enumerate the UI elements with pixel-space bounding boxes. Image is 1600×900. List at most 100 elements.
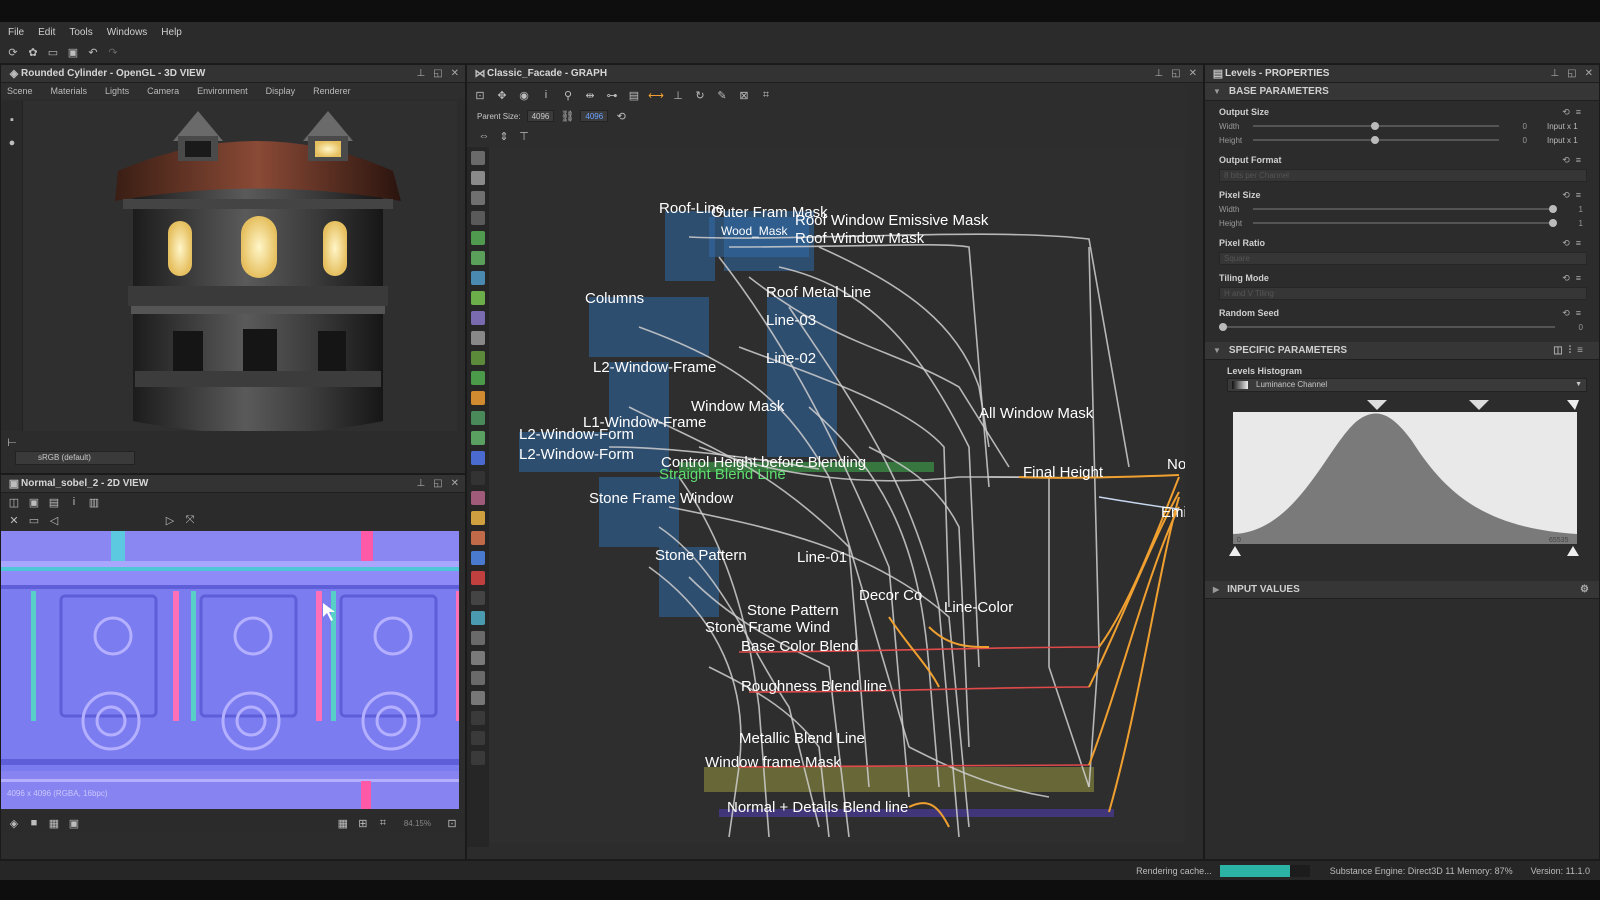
gear-icon[interactable]: ⚙ xyxy=(1580,584,1589,595)
frame-label[interactable]: Roof Metal Line xyxy=(766,284,871,301)
graph-canvas[interactable]: Roof-Line Outer Fram Mask Wood_Mask Roof… xyxy=(489,147,1191,847)
float-icon[interactable]: ◱ xyxy=(1567,68,1576,79)
close-icon[interactable]: ✕ xyxy=(451,478,459,489)
export-icon[interactable]: ▤ xyxy=(47,495,61,509)
node-cat-icon[interactable] xyxy=(471,671,485,685)
node-cat-icon[interactable] xyxy=(471,231,485,245)
slider-handle[interactable] xyxy=(1371,122,1380,130)
tiling-icon[interactable]: ⊞ xyxy=(356,816,370,830)
folder-icon[interactable]: ▭ xyxy=(27,513,41,527)
pin-icon[interactable]: ⊥ xyxy=(1550,68,1559,79)
pixel-height-slider[interactable] xyxy=(1253,219,1557,227)
vertical-icon[interactable]: ⇕ xyxy=(497,129,511,143)
channel-select[interactable]: Luminance Channel ▼ xyxy=(1227,378,1587,392)
frame-label[interactable]: Stone Frame Window xyxy=(589,490,733,507)
frame-label[interactable]: Line-03 xyxy=(766,312,816,329)
histogram-widget[interactable]: 0 65535 xyxy=(1227,396,1579,556)
reset-icon[interactable]: ⟲ xyxy=(614,109,628,123)
pin-icon[interactable]: ⊥ xyxy=(1154,68,1163,79)
output-height-slider[interactable] xyxy=(1253,136,1499,144)
slider-handle[interactable] xyxy=(1548,219,1557,227)
tool-icon[interactable]: ✎ xyxy=(715,88,729,102)
frame-label[interactable]: L2-Window-Frame xyxy=(593,359,716,376)
menu-edit[interactable]: Edit xyxy=(38,27,55,38)
crop-icon[interactable]: ⌗ xyxy=(376,816,390,830)
tab-scene[interactable]: Scene xyxy=(7,86,33,96)
parent-size-select[interactable]: 4096 xyxy=(526,110,555,122)
close-icon[interactable]: ✕ xyxy=(451,68,459,79)
slider-handle[interactable] xyxy=(1371,136,1380,144)
output-format-select[interactable]: 8 bits per Channel xyxy=(1219,169,1587,182)
undo-icon[interactable]: ↶ xyxy=(86,46,100,60)
param-icons[interactable]: ⟲≡ xyxy=(1562,273,1587,284)
frame-label[interactable]: Final Height xyxy=(1023,464,1104,481)
close-icon[interactable]: ✕ xyxy=(1585,68,1593,79)
param-icons[interactable]: ⟲≡ xyxy=(1562,190,1587,201)
tiling-mode-select[interactable]: H and V Tiling xyxy=(1219,287,1587,300)
frame-label[interactable]: L2-Window-Form xyxy=(519,446,634,463)
new-package-icon[interactable]: ⟳ xyxy=(6,46,20,60)
node-cat-icon[interactable] xyxy=(471,731,485,745)
float-icon[interactable]: ◱ xyxy=(433,478,442,489)
frame-label[interactable]: Stone Pattern xyxy=(655,547,747,564)
checker-icon[interactable]: ▦ xyxy=(47,816,61,830)
split-icon[interactable]: ⇹ xyxy=(583,88,597,102)
expand-icon[interactable]: ⇔ xyxy=(477,129,491,143)
light-icon[interactable]: ● xyxy=(5,136,19,150)
frame-label[interactable]: Normal + Details Blend line xyxy=(727,799,908,816)
save-icon[interactable]: ▣ xyxy=(27,495,41,509)
pin-icon[interactable]: ⊥ xyxy=(416,478,425,489)
menu-tools[interactable]: Tools xyxy=(69,27,92,38)
open-folder-icon[interactable]: ▭ xyxy=(46,46,60,60)
frame-label[interactable]: Metallic Blend Line xyxy=(739,730,865,747)
base-parameters-header[interactable]: ▼ BASE PARAMETERS xyxy=(1205,83,1599,101)
tree-icon[interactable]: ⊤ xyxy=(517,129,531,143)
frame-label[interactable]: Line-01 xyxy=(797,549,847,566)
frame-label[interactable]: Line-02 xyxy=(766,350,816,367)
frame-label[interactable]: Decor Co xyxy=(859,587,922,604)
prev-icon[interactable]: ◁ xyxy=(47,513,61,527)
node-cat-icon[interactable] xyxy=(471,511,485,525)
search-icon[interactable]: ⚲ xyxy=(561,88,575,102)
frame-label[interactable]: All Window Mask xyxy=(979,405,1094,422)
node-cat-icon[interactable] xyxy=(471,491,485,505)
node-cat-icon[interactable] xyxy=(471,431,485,445)
output-white-handle[interactable] xyxy=(1567,546,1579,556)
node-cat-icon[interactable] xyxy=(471,651,485,665)
link-icon[interactable]: ⛓ xyxy=(560,109,574,123)
colorspace-select[interactable]: sRGB (default) xyxy=(15,451,135,465)
snapshot-icon[interactable]: ◉ xyxy=(517,88,531,102)
node-cat-icon[interactable] xyxy=(471,591,485,605)
export-icon[interactable]: ⊠ xyxy=(737,88,751,102)
node-cat-icon[interactable] xyxy=(471,631,485,645)
layers-icon[interactable]: ◈ xyxy=(7,816,21,830)
float-icon[interactable]: ◱ xyxy=(1171,68,1180,79)
node-cat-icon[interactable] xyxy=(471,251,485,265)
comment-icon[interactable]: ▤ xyxy=(627,88,641,102)
param-icons[interactable]: ⟲≡ xyxy=(1562,107,1587,118)
black-bg-icon[interactable]: ■ xyxy=(27,816,41,830)
frame-label[interactable]: Window Mask xyxy=(691,398,785,415)
node-cat-icon[interactable] xyxy=(471,331,485,345)
frame-label[interactable]: Roof Window Mask xyxy=(795,230,925,247)
link-icon[interactable]: ⟷ xyxy=(648,88,664,102)
output-mid-handle[interactable] xyxy=(1469,400,1489,410)
frame-label[interactable]: Stone Pattern xyxy=(747,602,839,619)
size-select[interactable]: 4096 xyxy=(580,110,609,122)
node-cat-icon[interactable] xyxy=(471,271,485,285)
output-width-value[interactable]: 0 xyxy=(1513,122,1527,131)
output-width-slider[interactable] xyxy=(1253,122,1499,130)
node-cat-icon[interactable] xyxy=(471,751,485,765)
node-cat-icon[interactable] xyxy=(471,451,485,465)
node-cat-icon[interactable] xyxy=(471,691,485,705)
zoom-level[interactable]: 84.15% xyxy=(404,819,431,828)
camera-icon[interactable]: ▪ xyxy=(5,113,19,127)
input-white-handle[interactable] xyxy=(1567,400,1579,410)
tab-environment[interactable]: Environment xyxy=(197,86,248,96)
save-icon[interactable]: ▣ xyxy=(66,46,80,60)
tab-display[interactable]: Display xyxy=(266,86,296,96)
next-icon[interactable]: ▷ xyxy=(163,513,177,527)
node-cat-icon[interactable] xyxy=(471,551,485,565)
node-cat-icon[interactable] xyxy=(471,291,485,305)
pixel-width-value[interactable]: 1 xyxy=(1569,205,1583,214)
